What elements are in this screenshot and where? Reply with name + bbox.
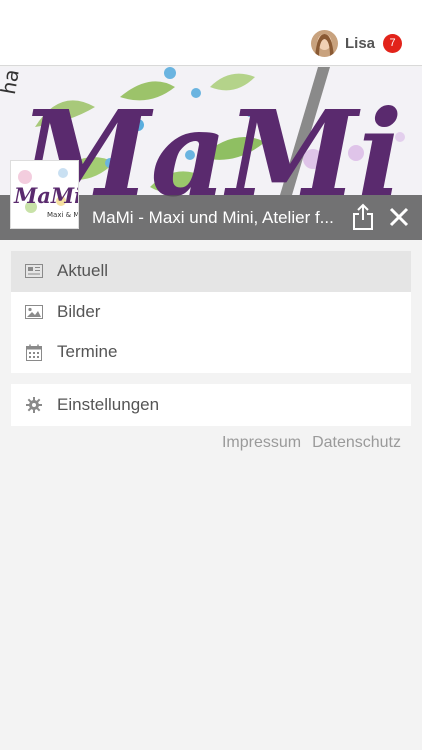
top-bar: Lisa 7	[0, 0, 422, 66]
close-icon	[389, 207, 409, 227]
footer-links: Impressum Datenschutz	[222, 434, 401, 452]
menu-label-einstellungen: Einstellungen	[57, 395, 160, 414]
svg-text:Maxi & Mir: Maxi & Mir	[47, 211, 79, 219]
menu-item-bilder[interactable]: Bilder	[11, 292, 411, 333]
close-button[interactable]	[388, 205, 410, 229]
svg-text:MaMi: MaMi	[13, 183, 79, 208]
user-name[interactable]: Lisa	[345, 35, 375, 52]
datenschutz-link[interactable]: Datenschutz	[312, 434, 401, 452]
notification-badge[interactable]: 7	[383, 33, 402, 53]
svg-text:ha: ha	[0, 67, 24, 96]
share-button[interactable]	[350, 203, 376, 231]
menu-label-termine: Termine	[57, 342, 118, 362]
image-icon	[25, 303, 43, 321]
page-title: MaMi - Maxi und Mini, Atelier f...	[92, 208, 334, 227]
impressum-link[interactable]: Impressum	[222, 434, 301, 452]
settings-menu: Einstellungen	[11, 384, 411, 426]
menu-item-aktuell[interactable]: Aktuell	[11, 251, 411, 292]
calendar-icon	[25, 343, 43, 361]
user-profile[interactable]: Lisa 7	[310, 29, 402, 57]
avatar[interactable]	[310, 29, 338, 57]
page-logo[interactable]: MaMi Maxi & Mir	[10, 160, 79, 229]
menu-item-termine[interactable]: Termine	[11, 332, 411, 373]
menu-item-einstellungen[interactable]: Einstellungen	[11, 384, 411, 426]
newspaper-icon	[25, 262, 43, 280]
menu-label-aktuell: Aktuell	[57, 261, 109, 281]
menu-label-bilder: Bilder	[57, 301, 101, 321]
share-icon	[353, 203, 373, 230]
gear-icon	[25, 396, 43, 414]
navigation-menu: Aktuell Bilder Termine	[11, 251, 411, 373]
